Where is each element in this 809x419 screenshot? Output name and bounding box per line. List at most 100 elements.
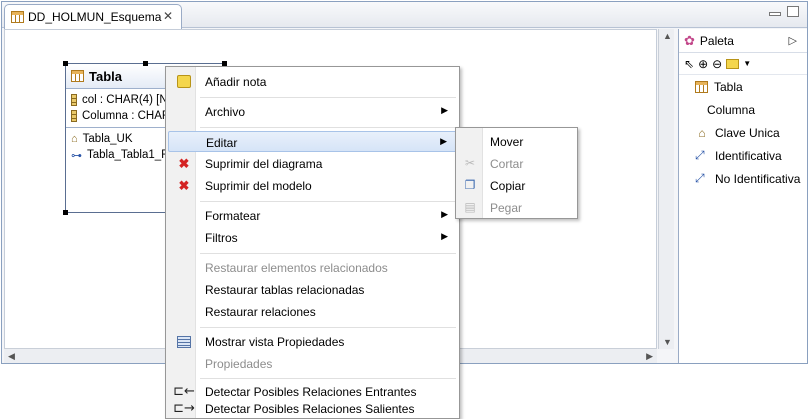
menu-item-restaurar-tablas[interactable]: Restaurar tablas relacionadas (168, 279, 458, 300)
submenu-item-cortar[interactable]: ✂ Cortar (458, 152, 575, 174)
column-icon (71, 94, 77, 106)
menu-item-label: Mostrar vista Propiedades (205, 335, 345, 349)
menu-item-propiedades[interactable]: Propiedades (168, 353, 458, 374)
key-label: Tabla_Tabla1_F (87, 149, 169, 161)
note-icon (177, 75, 191, 88)
properties-icon-wrap (176, 334, 192, 349)
submenu-item-label: Pegar (490, 201, 523, 215)
window-controls (769, 6, 799, 17)
select-arrow-icon[interactable]: ⇖ (684, 57, 694, 71)
menu-separator (200, 253, 456, 254)
column-label: Columna : CHAR (82, 110, 171, 122)
menu-item-archivo[interactable]: Archivo ▶ (168, 101, 458, 122)
menu-item-formatear[interactable]: Formatear ▶ (168, 205, 458, 226)
minimize-button[interactable] (769, 12, 781, 16)
menu-item-filtros[interactable]: Filtros ▶ (168, 227, 458, 248)
edit-submenu: Mover ✂ Cortar ❐ Copiar ▤ Pegar (455, 127, 578, 219)
maximize-button[interactable] (787, 6, 799, 17)
menu-item-label: Filtros (205, 231, 238, 245)
menu-item-label: Suprimir del diagrama (205, 157, 323, 171)
palette-item-no-identificativa[interactable]: ⤢ No Identificativa (679, 167, 807, 190)
vertical-scrollbar[interactable]: ▲ ▼ (658, 29, 674, 349)
table-figure-title: Tabla (89, 68, 122, 84)
menu-separator (200, 327, 456, 328)
submenu-item-label: Copiar (490, 179, 526, 193)
menu-separator (200, 378, 456, 379)
table-icon (695, 80, 708, 93)
palette-item-columna[interactable]: Columna (679, 98, 807, 121)
resize-handle[interactable] (143, 61, 148, 66)
submenu-arrow-icon: ▶ (441, 105, 448, 115)
collapse-palette-icon[interactable]: ▷ (789, 34, 797, 47)
palette-toolbar: ⇖ ⊕ ⊖ ▼ (679, 53, 807, 75)
key-label: Tabla_UK (82, 133, 133, 145)
dropdown-arrow-icon[interactable]: ▼ (743, 59, 751, 68)
menu-item-restaurar-relaciones[interactable]: Restaurar relaciones (168, 301, 458, 322)
zoom-in-icon[interactable]: ⊕ (698, 57, 708, 71)
palette-item-label: No Identificativa (715, 171, 801, 186)
menu-item-suprimir-diagrama[interactable]: ✖ Suprimir del diagrama (168, 153, 458, 174)
menu-item-anadir-nota[interactable]: Añadir nota (168, 71, 458, 92)
submenu-item-label: Cortar (490, 157, 524, 171)
menu-item-label: Archivo (205, 105, 246, 119)
menu-item-label: Restaurar elementos relacionados (205, 261, 388, 275)
menu-item-label: Suprimir del modelo (205, 179, 312, 193)
paste-icon: ▤ (464, 200, 476, 214)
menu-item-label: Restaurar tablas relacionadas (205, 283, 365, 297)
scroll-up-arrow-icon[interactable]: ▲ (663, 31, 672, 41)
note-icon-wrap (176, 74, 192, 89)
menu-item-label: Formatear (205, 209, 261, 223)
menu-item-label: Editar (206, 136, 238, 150)
submenu-item-mover[interactable]: Mover (458, 130, 575, 152)
palette-item-label: Columna (707, 102, 756, 117)
palette-item-label: Clave Unica (715, 125, 780, 140)
table-icon (71, 70, 84, 82)
editor-tab[interactable]: DD_HOLMUN_Esquema ✕ (4, 4, 182, 29)
close-icon[interactable]: ✕ (163, 9, 173, 23)
menu-item-relaciones-salientes[interactable]: ⊏→ Detectar Posibles Relaciones Saliente… (168, 398, 458, 419)
scroll-down-arrow-icon[interactable]: ▼ (663, 337, 672, 347)
column-label: col : CHAR(4) [N (82, 94, 168, 106)
menu-item-label: Añadir nota (205, 75, 267, 89)
non-identifying-relation-icon: ⤢ (695, 171, 705, 185)
delete-red-icon: ✖ (178, 177, 190, 193)
menu-item-restaurar-elementos[interactable]: Restaurar elementos relacionados (168, 257, 458, 278)
menu-item-editar[interactable]: Editar ▶ (168, 131, 458, 152)
palette-icon: ✿ (684, 32, 695, 48)
unique-key-icon: ⌂ (71, 133, 78, 145)
submenu-item-pegar[interactable]: ▤ Pegar (458, 196, 575, 218)
identifying-relation-icon: ⤢ (695, 148, 705, 162)
submenu-item-copiar[interactable]: ❐ Copiar (458, 174, 575, 196)
palette-title: Paleta (699, 33, 734, 48)
delete-red-icon: ✖ (178, 155, 190, 171)
submenu-arrow-icon: ▶ (441, 209, 448, 219)
scroll-right-arrow-icon[interactable]: ▶ (646, 351, 653, 362)
menu-item-label: Detectar Posibles Relaciones Salientes (205, 402, 415, 416)
editor-tab-label: DD_HOLMUN_Esquema (28, 10, 162, 24)
palette-item-identificativa[interactable]: ⤢ Identificativa (679, 144, 807, 167)
zoom-out-icon[interactable]: ⊖ (712, 57, 722, 71)
menu-item-mostrar-propiedades[interactable]: Mostrar vista Propiedades (168, 331, 458, 352)
column-icon (71, 110, 77, 122)
note-icon[interactable] (726, 58, 740, 69)
incoming-relation-icon: ⊏← (173, 384, 195, 399)
foreign-key-icon: ⊶ (71, 149, 82, 162)
palette-item-tabla[interactable]: Tabla (679, 75, 807, 98)
palette-header: ✿ Paleta ▷ (679, 29, 807, 53)
menu-separator (200, 127, 456, 128)
menu-item-label: Detectar Posibles Relaciones Entrantes (205, 385, 417, 399)
resize-handle[interactable] (63, 210, 68, 215)
palette-item-clave-unica[interactable]: ⌂ Clave Unica (679, 121, 807, 144)
palette-item-label: Tabla (714, 79, 743, 94)
menu-separator (200, 97, 456, 98)
submenu-arrow-icon: ▶ (440, 136, 447, 146)
copy-icon: ❐ (464, 178, 476, 192)
menu-separator (200, 201, 456, 202)
menu-item-suprimir-modelo[interactable]: ✖ Suprimir del modelo (168, 175, 458, 196)
scroll-left-arrow-icon[interactable]: ◀ (8, 351, 15, 362)
palette-item-label: Identificativa (715, 148, 782, 163)
scissors-icon: ✂ (464, 156, 476, 170)
menu-item-label: Restaurar relaciones (205, 305, 316, 319)
context-menu: Añadir nota Archivo ▶ Editar ▶ ✖ Suprimi… (165, 66, 460, 419)
resize-handle[interactable] (63, 61, 68, 66)
